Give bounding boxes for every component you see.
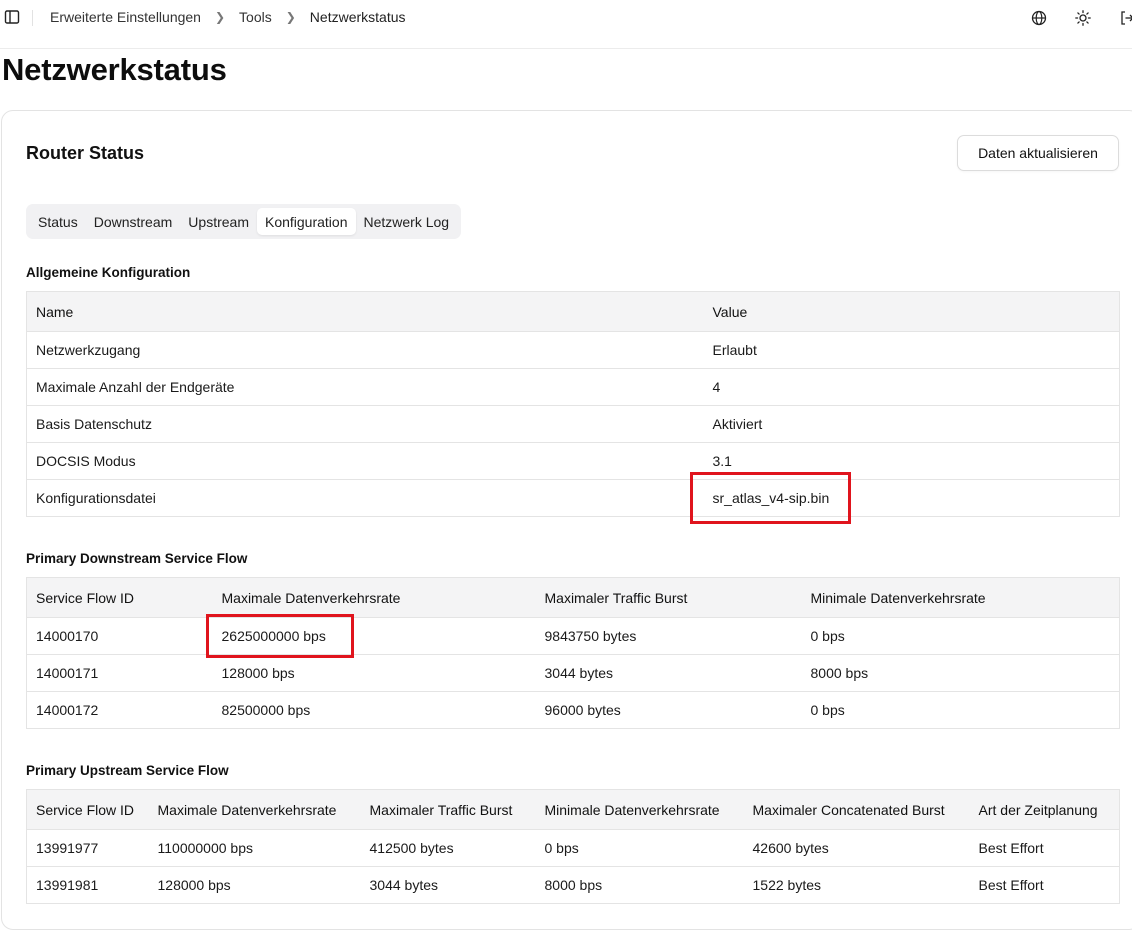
max-burst: 9843750 bytes: [535, 617, 802, 655]
max-concat-burst: 42600 bytes: [743, 829, 970, 867]
downstream-flow-title: Primary Downstream Service Flow: [26, 551, 248, 566]
sun-icon[interactable]: [1074, 9, 1092, 27]
table-row: 13991977 110000000 bps 412500 bytes 0 bp…: [26, 829, 1120, 867]
scheduling-type: Best Effort: [969, 866, 1120, 904]
downstream-flow-table: Service Flow ID Maximale Datenverkehrsra…: [26, 577, 1120, 729]
chevron-right-icon: ❯: [214, 10, 226, 24]
min-rate: 8000 bps: [535, 866, 744, 904]
column-header: Service Flow ID: [26, 577, 213, 618]
general-config-table: Name Value Netzwerkzugang Erlaubt Maxima…: [26, 291, 1120, 517]
config-name: Konfigurationsdatei: [26, 479, 704, 517]
page-title: Netzwerkstatus: [2, 52, 227, 87]
column-header: Minimale Datenverkehrsrate: [801, 577, 1120, 618]
tab-configuration[interactable]: Konfiguration: [256, 208, 356, 235]
max-concat-burst: 1522 bytes: [743, 866, 970, 904]
tab-status[interactable]: Status: [30, 208, 86, 235]
table-row: Netzwerkzugang Erlaubt: [26, 331, 1120, 369]
breadcrumb-item-tools[interactable]: Tools: [239, 9, 272, 25]
max-rate: 110000000 bps: [148, 829, 361, 867]
flow-id: 14000171: [26, 654, 213, 692]
max-rate: 2625000000 bps: [212, 617, 536, 655]
top-icons: [1004, 9, 1132, 27]
table-row: 14000170 2625000000 bps 9843750 bytes 0 …: [26, 617, 1120, 655]
min-rate: 0 bps: [801, 617, 1120, 655]
column-header: Maximale Datenverkehrsrate: [148, 789, 361, 830]
table-row: DOCSIS Modus 3.1: [26, 442, 1120, 480]
table-row: Maximale Anzahl der Endgeräte 4: [26, 368, 1120, 406]
upstream-flow-title: Primary Upstream Service Flow: [26, 763, 229, 778]
max-burst: 3044 bytes: [535, 654, 802, 692]
column-header: Value: [703, 291, 1120, 332]
min-rate: 0 bps: [801, 691, 1120, 729]
max-rate: 128000 bps: [212, 654, 536, 692]
config-name: Netzwerkzugang: [26, 331, 704, 369]
column-header: Name: [26, 291, 704, 332]
min-rate: 0 bps: [535, 829, 744, 867]
flow-id: 14000172: [26, 691, 213, 729]
column-header: Maximaler Concatenated Burst: [743, 789, 970, 830]
table-header-row: Service Flow ID Maximale Datenverkehrsra…: [26, 577, 1120, 618]
breadcrumb-item-current: Netzwerkstatus: [309, 9, 406, 25]
config-name: DOCSIS Modus: [26, 442, 704, 480]
config-name: Maximale Anzahl der Endgeräte: [26, 368, 704, 406]
config-value: Erlaubt: [703, 331, 1120, 369]
table-row: 14000171 128000 bps 3044 bytes 8000 bps: [26, 654, 1120, 692]
tab-list: Status Downstream Upstream Konfiguration…: [26, 204, 462, 239]
column-header: Service Flow ID: [26, 789, 149, 830]
table-row: Konfigurationsdatei sr_atlas_v4-sip.bin: [26, 479, 1120, 517]
max-burst: 3044 bytes: [360, 866, 536, 904]
top-bar: Erweiterte Einstellungen ❯ Tools ❯ Netzw…: [0, 0, 1132, 36]
column-header: Maximaler Traffic Burst: [360, 789, 536, 830]
breadcrumb-item-advanced-settings[interactable]: Erweiterte Einstellungen: [50, 9, 201, 25]
logout-icon[interactable]: [1118, 9, 1132, 27]
column-header: Maximale Datenverkehrsrate: [212, 577, 536, 618]
flow-id: 14000170: [26, 617, 213, 655]
table-row: 13991981 128000 bps 3044 bytes 8000 bps …: [26, 866, 1120, 904]
table-header-row: Service Flow ID Maximale Datenverkehrsra…: [26, 789, 1120, 830]
max-rate: 128000 bps: [148, 866, 361, 904]
tab-network-log[interactable]: Netzwerk Log: [356, 208, 458, 235]
header-divider: [0, 48, 1132, 49]
column-header: Minimale Datenverkehrsrate: [535, 789, 744, 830]
tab-upstream[interactable]: Upstream: [180, 208, 257, 235]
config-value: sr_atlas_v4-sip.bin: [703, 479, 1120, 517]
sidebar-toggle-icon[interactable]: [4, 9, 20, 25]
upstream-flow-table: Service Flow ID Maximale Datenverkehrsra…: [26, 789, 1120, 904]
flow-id: 13991977: [26, 829, 149, 867]
config-value: 3.1: [703, 442, 1120, 480]
table-row: Basis Datenschutz Aktiviert: [26, 405, 1120, 443]
max-burst: 96000 bytes: [535, 691, 802, 729]
toolbar-divider: [32, 10, 33, 26]
table-row: 14000172 82500000 bps 96000 bytes 0 bps: [26, 691, 1120, 729]
max-burst: 412500 bytes: [360, 829, 536, 867]
table-header-row: Name Value: [26, 291, 1120, 332]
min-rate: 8000 bps: [801, 654, 1120, 692]
max-rate: 82500000 bps: [212, 691, 536, 729]
chevron-right-icon: ❯: [285, 10, 296, 24]
column-header: Maximaler Traffic Burst: [535, 577, 802, 618]
config-value: 4: [703, 368, 1120, 406]
scheduling-type: Best Effort: [969, 829, 1120, 867]
globe-icon[interactable]: [1030, 9, 1048, 27]
flow-id: 13991981: [26, 866, 149, 904]
general-config-title: Allgemeine Konfiguration: [26, 265, 191, 280]
card-title: Router Status: [26, 143, 145, 163]
breadcrumb: Erweiterte Einstellungen ❯ Tools ❯ Netzw…: [50, 9, 406, 25]
config-name: Basis Datenschutz: [26, 405, 704, 443]
refresh-data-button[interactable]: Daten aktualisieren: [957, 135, 1119, 171]
tab-downstream[interactable]: Downstream: [86, 208, 181, 235]
config-value: Aktiviert: [703, 405, 1120, 443]
column-header: Art der Zeitplanung: [969, 789, 1120, 830]
